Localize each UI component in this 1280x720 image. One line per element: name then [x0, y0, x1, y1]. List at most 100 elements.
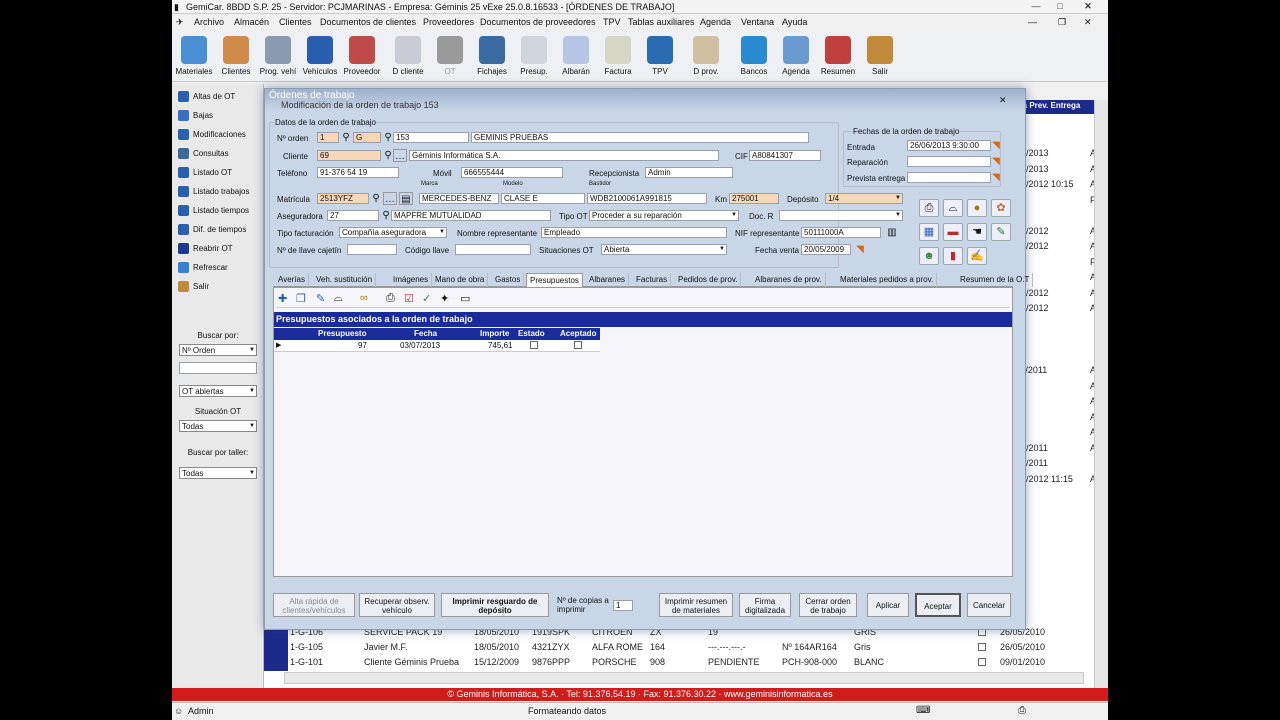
- copy-icon[interactable]: ❐: [296, 292, 306, 305]
- grid-cell-bastidor[interactable]: ---.---.---.-: [708, 642, 745, 652]
- deposito-select[interactable]: 1/4: [825, 193, 903, 204]
- d-cliente-button[interactable]: D cliente: [384, 34, 432, 80]
- sidebar-item-5[interactable]: Listado trabajos: [178, 183, 249, 199]
- situation-select[interactable]: Todas: [179, 420, 257, 432]
- check-red-icon[interactable]: ☑: [404, 292, 414, 305]
- km-field[interactable]: 275001: [729, 193, 779, 204]
- orden-letra-field[interactable]: G: [353, 132, 381, 143]
- vertical-scrollbar[interactable]: [1094, 100, 1108, 688]
- tipo-ot-select[interactable]: Proceder a su reparación: [589, 210, 739, 221]
- menu-tablas-auxiliares[interactable]: Tablas auxiliares: [628, 17, 695, 27]
- aseguradora-code-field[interactable]: 27: [327, 210, 379, 221]
- orden-numero-field[interactable]: 153: [393, 132, 469, 143]
- aseguradora-name-field[interactable]: MAPFRE MUTUALIDAD: [391, 210, 551, 221]
- book-icon[interactable]: ▮: [943, 247, 963, 265]
- menu-tpv[interactable]: TPV: [603, 17, 621, 27]
- codigo-llave-field[interactable]: [455, 244, 531, 255]
- menu-proveedores[interactable]: Proveedores: [423, 17, 474, 27]
- sidebar-item-10[interactable]: Salir: [178, 278, 209, 294]
- presup-button[interactable]: Presup.: [510, 34, 558, 80]
- grid-cell-motor[interactable]: Nº 164AR164: [782, 642, 837, 652]
- tab-11[interactable]: Resumen de la O.T: [957, 273, 1034, 287]
- aceptar-button[interactable]: Aceptar: [915, 593, 961, 617]
- print-icon[interactable]: ⎙: [919, 199, 939, 217]
- sidebar-item-3[interactable]: Consultas: [178, 145, 229, 161]
- tab-6[interactable]: Albaranes: [586, 273, 630, 287]
- situaciones-ot-select[interactable]: Abierta: [601, 244, 727, 255]
- nombre-representante-field[interactable]: Empleado: [541, 227, 727, 238]
- mdi-restore[interactable]: ❐: [1058, 17, 1066, 28]
- imprimir-resguardo-button[interactable]: Imprimir resguardo de depósito: [441, 593, 549, 617]
- cancelar-button[interactable]: Cancelar: [967, 593, 1011, 617]
- orden-desc-field[interactable]: GEMINIS PRUEBAS: [471, 132, 809, 143]
- grid-cell-color[interactable]: Gris: [854, 642, 871, 652]
- sidebar-item-6[interactable]: Listado tiempos: [178, 202, 249, 218]
- llave-field[interactable]: [347, 244, 397, 255]
- grid-cell-bastidor[interactable]: PENDIENTE: [708, 657, 760, 667]
- ot-filter-select[interactable]: OT abiertas: [179, 385, 257, 397]
- menu-ayuda[interactable]: Ayuda: [782, 17, 807, 27]
- marca-field[interactable]: MERCEDES-BENZ: [419, 193, 499, 204]
- grid-cell-fecha[interactable]: 18/05/2010: [474, 642, 519, 652]
- fecha-venta-field[interactable]: 20/05/2009: [801, 244, 851, 255]
- row-checkbox[interactable]: [978, 643, 986, 651]
- grid-cell-modelo[interactable]: 908: [650, 657, 665, 667]
- tab-9[interactable]: Albaranes de prov.: [752, 273, 826, 287]
- clientes-button[interactable]: Clientes: [212, 34, 260, 80]
- resumen-button[interactable]: Resumen: [814, 34, 862, 80]
- search-by-select[interactable]: Nº Orden: [179, 344, 257, 356]
- budget-row[interactable]: ▶ 97 03/07/2013 745,61: [274, 340, 600, 352]
- hand-icon[interactable]: ☚: [967, 223, 987, 241]
- row-indicator[interactable]: [264, 656, 288, 671]
- search-icon[interactable]: ⚲: [339, 131, 353, 144]
- recuperar-button[interactable]: Recuperar observ. vehículo: [359, 593, 435, 617]
- menu-almacen[interactable]: Almacén: [234, 17, 269, 27]
- tab-0[interactable]: Averías: [275, 273, 309, 287]
- albaran-button[interactable]: Albarán: [552, 34, 600, 80]
- imprimir-resumen-button[interactable]: Imprimir resumen de materiales: [659, 593, 733, 617]
- menu-agenda[interactable]: Agenda: [700, 17, 731, 27]
- grid-cell-orden[interactable]: 1-G-105: [290, 642, 323, 652]
- proveedor-button[interactable]: Proveedor: [338, 34, 386, 80]
- cliente-code-field[interactable]: 69: [317, 150, 381, 161]
- grid-cell-color[interactable]: BLANC: [854, 657, 884, 667]
- dialog-close-button[interactable]: ✕: [999, 95, 1007, 106]
- tipo-facturacion-select[interactable]: Compañía aseguradora: [339, 227, 447, 238]
- horizontal-scrollbar[interactable]: [284, 672, 1084, 684]
- doc-r-select[interactable]: [779, 210, 903, 221]
- entrada-field[interactable]: 26/06/2013 9:30:00: [907, 140, 991, 151]
- tool-icon[interactable]: ✦: [440, 292, 449, 305]
- recepcionista-field[interactable]: Admin: [645, 167, 733, 178]
- salir-toolbar-button[interactable]: Salir: [856, 34, 904, 80]
- d-prov-button[interactable]: D prov.: [682, 34, 730, 80]
- sidebar-item-0[interactable]: Altas de OT: [178, 88, 235, 104]
- tab-8[interactable]: Pedidos de prov.: [675, 273, 742, 287]
- grid-cell-matricula[interactable]: 9876PPP: [532, 657, 570, 667]
- ellipsis-button[interactable]: …: [393, 149, 407, 162]
- tab-3[interactable]: Mano de obra: [432, 273, 489, 287]
- vehiculos-button[interactable]: Vehículos: [296, 34, 344, 80]
- sidebar-item-8[interactable]: Reabrir OT: [178, 240, 233, 256]
- workshop-select[interactable]: Todas: [179, 467, 257, 479]
- new-icon[interactable]: ✚: [278, 292, 287, 305]
- calendar-icon[interactable]: ◥: [989, 155, 1003, 168]
- pen-icon[interactable]: ✎: [991, 223, 1011, 241]
- grid-cell-nombre[interactable]: Cliente Géminis Prueba: [364, 657, 459, 667]
- cliente-name-field[interactable]: Géminis Informática S.A.: [409, 150, 719, 161]
- tab-5[interactable]: Presupuestos: [526, 273, 583, 287]
- grid-cell-fprev[interactable]: 09/01/2010: [1000, 657, 1045, 667]
- nif-representante-field[interactable]: 50111000A: [801, 227, 881, 238]
- matricula-field[interactable]: 2513YFZ: [317, 193, 369, 204]
- calendar-icon[interactable]: ◥: [989, 171, 1003, 184]
- fichajes-button[interactable]: Fichajes: [468, 34, 516, 80]
- alta-rapida-button[interactable]: Alta rápida de clientes/vehículos: [273, 593, 355, 617]
- grid-cell-modelo[interactable]: 164: [650, 642, 665, 652]
- grid-cell-matricula[interactable]: 4321ZYX: [532, 642, 570, 652]
- maximize-button[interactable]: □: [1050, 1, 1070, 12]
- bastidor-field[interactable]: WDB2100061A991815: [587, 193, 707, 204]
- modelo-field[interactable]: CLASE E: [501, 193, 585, 204]
- export-icon[interactable]: ▭: [460, 292, 470, 305]
- aplicar-button[interactable]: Aplicar: [867, 593, 909, 617]
- check-icon[interactable]: ✓: [422, 292, 431, 305]
- link-icon[interactable]: ∞: [360, 292, 368, 304]
